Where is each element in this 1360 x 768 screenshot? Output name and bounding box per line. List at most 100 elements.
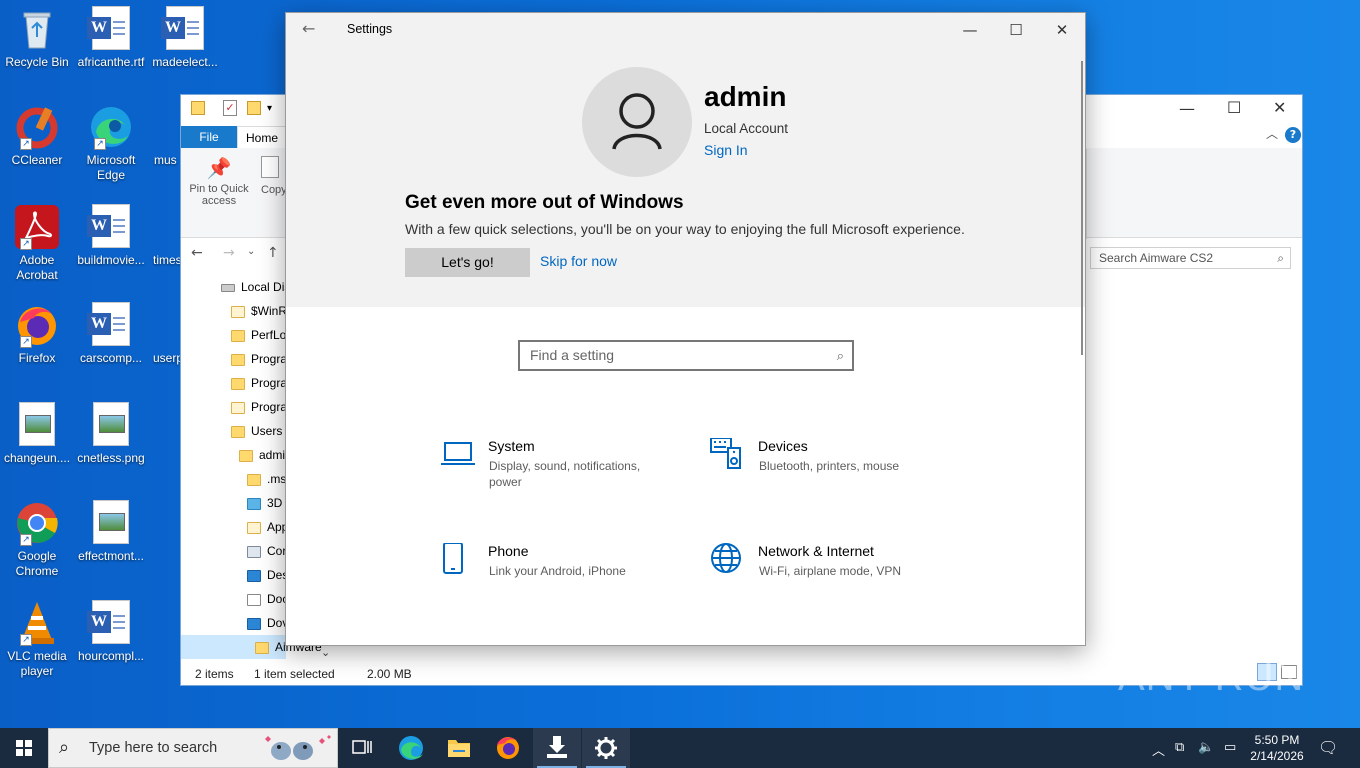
settings-titlebar[interactable]: ← Settings — ☐ ✕ <box>286 13 1085 47</box>
user-icon <box>612 93 662 150</box>
desktop-icon-carscomp[interactable]: W carscomp... <box>74 302 148 366</box>
collapse-ribbon-icon[interactable]: ︿ <box>1266 125 1278 142</box>
quick-access-dropdown-icon[interactable]: ▾ <box>267 103 272 114</box>
new-folder-icon[interactable] <box>247 101 261 115</box>
tree-item[interactable]: Dov <box>247 611 288 635</box>
close-button[interactable]: ✕ <box>1039 17 1085 43</box>
minimize-button[interactable]: — <box>947 17 993 43</box>
tree-item[interactable]: Doc <box>247 587 288 611</box>
desktop-icon-hourcompl[interactable]: W hourcompl... <box>74 600 148 664</box>
taskbar-edge[interactable] <box>387 728 435 768</box>
folder-icon <box>191 101 205 115</box>
settings-window[interactable]: ← Settings — ☐ ✕ admin Local Account Sig… <box>285 12 1086 646</box>
ribbon-tabs: File Home <box>181 126 287 148</box>
taskbar-settings[interactable] <box>582 728 630 768</box>
properties-icon[interactable]: ✓ <box>223 100 237 116</box>
desktop-icon-madeelect[interactable]: W madeelect... <box>148 6 222 70</box>
keyboard-speaker-icon <box>710 437 750 478</box>
gear-icon <box>595 737 617 759</box>
up-arrow-icon[interactable]: ↑ <box>267 245 279 261</box>
taskbar-installer[interactable] <box>533 728 581 768</box>
word-document-icon: W <box>87 6 134 52</box>
phone-icon <box>440 542 480 583</box>
globe-icon <box>710 543 750 583</box>
back-arrow-icon[interactable]: ← <box>191 245 203 261</box>
maximize-button[interactable]: ☐ <box>993 17 1039 43</box>
help-icon[interactable]: ? <box>1285 127 1301 143</box>
tree-item-selected[interactable]: Aimware <box>181 635 322 659</box>
taskbar-search-box[interactable]: ⌕ Type here to search <box>48 728 338 768</box>
close-button[interactable]: ✕ <box>1273 98 1286 117</box>
show-hidden-icons-chevron-icon[interactable]: ︿ <box>1152 740 1165 759</box>
tree-item[interactable]: .ms <box>247 467 286 491</box>
desktop-icon-microsoft-edge[interactable]: ↗ Microsoft Edge <box>74 104 148 183</box>
minimize-button[interactable]: — <box>1179 99 1195 118</box>
maximize-button[interactable]: ☐ <box>1227 98 1241 117</box>
image-file-icon <box>88 500 134 546</box>
skip-for-now-link[interactable]: Skip for now <box>540 253 617 269</box>
vlc-icon: ↗ <box>14 600 60 646</box>
explorer-search-input[interactable]: Search Aimware CS2 ⌕ <box>1090 247 1291 269</box>
promo-description: With a few quick selections, you'll be o… <box>405 221 965 237</box>
pin-quick-access-button[interactable]: 📌 Pin to Quick access <box>187 156 251 207</box>
desktop-icon-recycle-bin[interactable]: Recycle Bin <box>0 6 74 70</box>
firefox-icon <box>497 737 519 759</box>
task-view-button[interactable] <box>338 728 386 768</box>
desktop-icon-google-chrome[interactable]: ↗ Google Chrome <box>0 500 74 579</box>
tree-item[interactable]: PerfLog <box>231 323 293 347</box>
desktop-icon-effectmont[interactable]: effectmont... <box>74 500 148 564</box>
tree-item[interactable]: Progra <box>231 347 287 371</box>
tree-item[interactable]: Users <box>231 419 282 443</box>
tab-file[interactable]: File <box>181 126 237 148</box>
taskbar-file-explorer[interactable] <box>435 728 483 768</box>
edge-icon <box>399 736 423 760</box>
lets-go-button[interactable]: Let's go! <box>405 248 530 277</box>
acrobat-icon: ↗ <box>14 204 60 250</box>
desktop-icon-ccleaner[interactable]: ↗ CCleaner <box>0 104 74 168</box>
account-name: admin <box>704 81 787 112</box>
edge-icon: ↗ <box>88 104 134 150</box>
tree-item[interactable]: admi <box>239 443 285 467</box>
laptop-icon <box>440 438 480 478</box>
tree-item[interactable]: $WinRI <box>231 299 290 323</box>
installer-icon <box>547 736 567 758</box>
image-file-icon <box>88 402 134 448</box>
desktop-icon-changeun[interactable]: changeun.... <box>0 402 74 466</box>
find-setting-input[interactable]: Find a setting ⌕ <box>518 340 854 371</box>
ccleaner-icon: ↗ <box>14 104 60 150</box>
scroll-down-icon[interactable]: ⌄ <box>321 646 330 659</box>
folder-icon <box>448 740 470 757</box>
chrome-icon: ↗ <box>14 500 60 546</box>
taskbar: ⌕ Type here to search ︿ ⧉ 🔈 ▭ 5:50 PM 2/… <box>0 728 1360 768</box>
clock[interactable]: 5:50 PM 2/14/2026 <box>1246 732 1308 764</box>
tree-item[interactable]: Local Dis <box>221 275 290 299</box>
anyrun-watermark: ANY RUN <box>1118 655 1305 699</box>
search-icon: ⌕ <box>836 348 844 363</box>
tree-item[interactable]: Progra <box>231 395 287 419</box>
meet-now-icon[interactable]: ⧉ <box>1175 740 1184 755</box>
tree-item[interactable]: Progra <box>231 371 287 395</box>
notification-icon[interactable]: 🗨 <box>1318 738 1338 757</box>
recent-dropdown-icon[interactable]: ⌄ <box>247 246 255 257</box>
start-button[interactable] <box>0 728 48 768</box>
back-arrow-icon[interactable]: ← <box>302 19 315 38</box>
tree-item[interactable]: App <box>247 515 288 539</box>
tree-item[interactable]: Cor <box>247 539 286 563</box>
desktop-icon-buildmovie[interactable]: W buildmovie... <box>74 204 148 268</box>
network-icon[interactable]: ▭ <box>1224 740 1236 755</box>
volume-icon[interactable]: 🔈 <box>1198 740 1214 755</box>
desktop-icon-africanthe[interactable]: W africanthe.rtf <box>74 6 148 70</box>
forward-arrow-icon[interactable]: → <box>223 245 235 261</box>
copy-button[interactable]: Copy <box>261 156 287 196</box>
word-document-icon: W <box>87 204 134 250</box>
scrollbar[interactable] <box>1081 61 1083 355</box>
desktop-icon-adobe-acrobat[interactable]: ↗ Adobe Acrobat <box>0 204 74 283</box>
taskbar-firefox[interactable] <box>484 728 532 768</box>
desktop-icon-vlc[interactable]: ↗ VLC media player <box>0 600 74 679</box>
tab-home[interactable]: Home <box>237 126 287 148</box>
tree-item[interactable]: Des <box>247 563 288 587</box>
word-document-icon: W <box>161 6 208 52</box>
desktop-icon-cnetless[interactable]: cnetless.png <box>74 402 148 466</box>
sign-in-link[interactable]: Sign In <box>704 142 748 158</box>
desktop-icon-firefox[interactable]: ↗ Firefox <box>0 302 74 366</box>
